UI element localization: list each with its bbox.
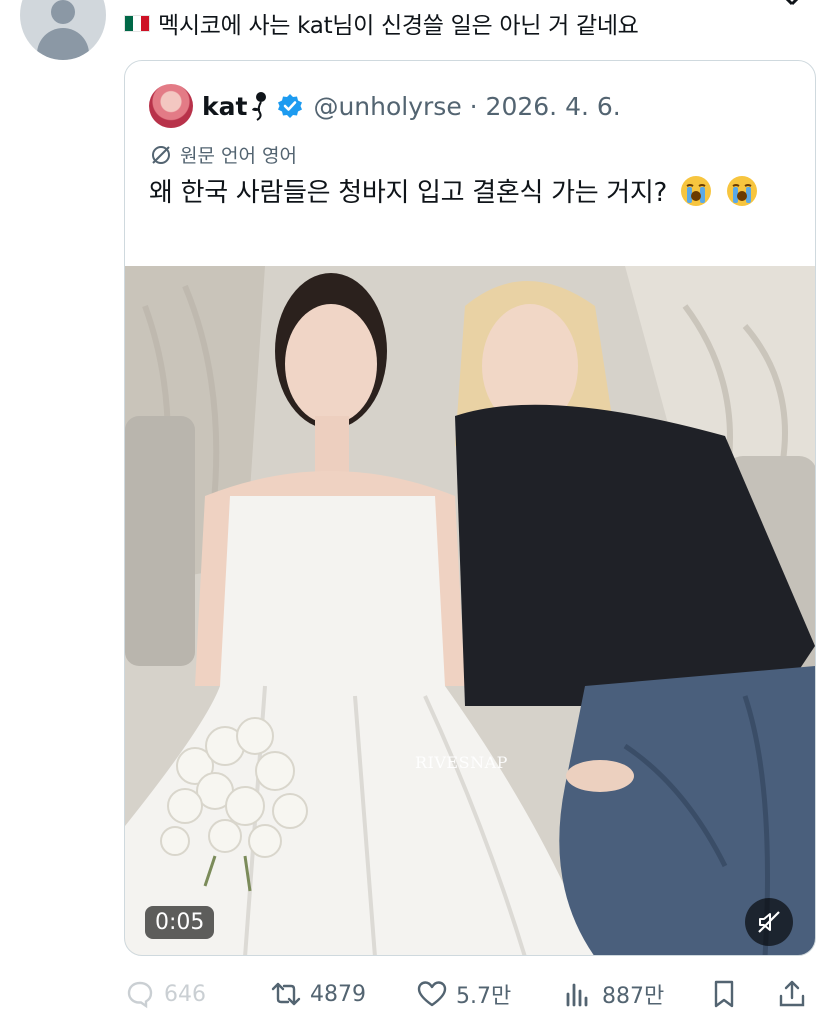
retweet-count: 4879 [310,981,366,1007]
video-player[interactable]: RIVESNAP 0:05 [125,266,815,955]
quoted-tweet-card[interactable]: kat @unholyrse · 2026. 4. 6. 원문 언어 영어 왜 … [124,60,816,956]
quoted-author-name[interactable]: kat [202,92,247,121]
reply-icon [127,981,153,1009]
quoted-tweet-body: 왜 한국 사람들은 청바지 입고 결혼식 가는 거지? [149,178,668,208]
bookmark-icon [714,980,734,1008]
retweet-button[interactable]: 4879 [270,972,366,1016]
views-chart-icon [566,983,588,1007]
verified-badge-icon [278,94,303,118]
share-icon [779,980,805,1007]
like-button[interactable]: 5.7만 [416,972,511,1016]
video-watermark: RIVESNAP [415,753,508,772]
views-count: 887만 [602,984,665,1009]
mexico-flag-icon [124,14,150,32]
loudly-crying-face-icon [681,176,712,206]
mute-toggle-button[interactable] [745,898,793,946]
translate-label: 원문 언어 영어 [180,145,297,167]
quoted-tweet-header: kat @unholyrse · 2026. 4. 6. [149,83,621,129]
avatar-body-shape [37,28,89,60]
translate-icon [152,145,170,164]
video-frame [125,266,815,955]
quoted-tweet-text: 왜 한국 사람들은 청바지 입고 결혼식 가는 거지? [149,173,789,213]
share-button[interactable] [776,972,808,1016]
user-avatar[interactable] [20,0,106,60]
retweet-icon [271,982,301,1006]
quoted-author-handle-and-date[interactable]: @unholyrse · 2026. 4. 6. [313,92,620,121]
tweet-action-bar: 646 4879 5.7만 887만 [124,972,824,1016]
muted-speaker-icon [758,911,780,933]
like-count: 5.7만 [456,984,512,1009]
avatar-head-shape [51,0,75,24]
quoted-author-avatar[interactable] [149,84,193,128]
rose-icon [252,92,267,121]
translate-row[interactable]: 원문 언어 영어 [149,141,297,168]
video-timer: 0:05 [145,906,215,939]
bookmark-button[interactable] [708,972,740,1016]
reply-text: 멕시코에 사는 kat님이 신경쓸 일은 아닌 거 같네요 [158,13,639,39]
reply-text-row: 멕시코에 사는 kat님이 신경쓸 일은 아닌 거 같네요 [124,6,804,40]
reply-count: 646 [164,981,206,1007]
views-button[interactable]: 887만 [562,972,664,1016]
loudly-crying-face-icon [726,176,757,206]
heart-icon [417,981,447,1007]
reply-button[interactable]: 646 [124,972,206,1016]
